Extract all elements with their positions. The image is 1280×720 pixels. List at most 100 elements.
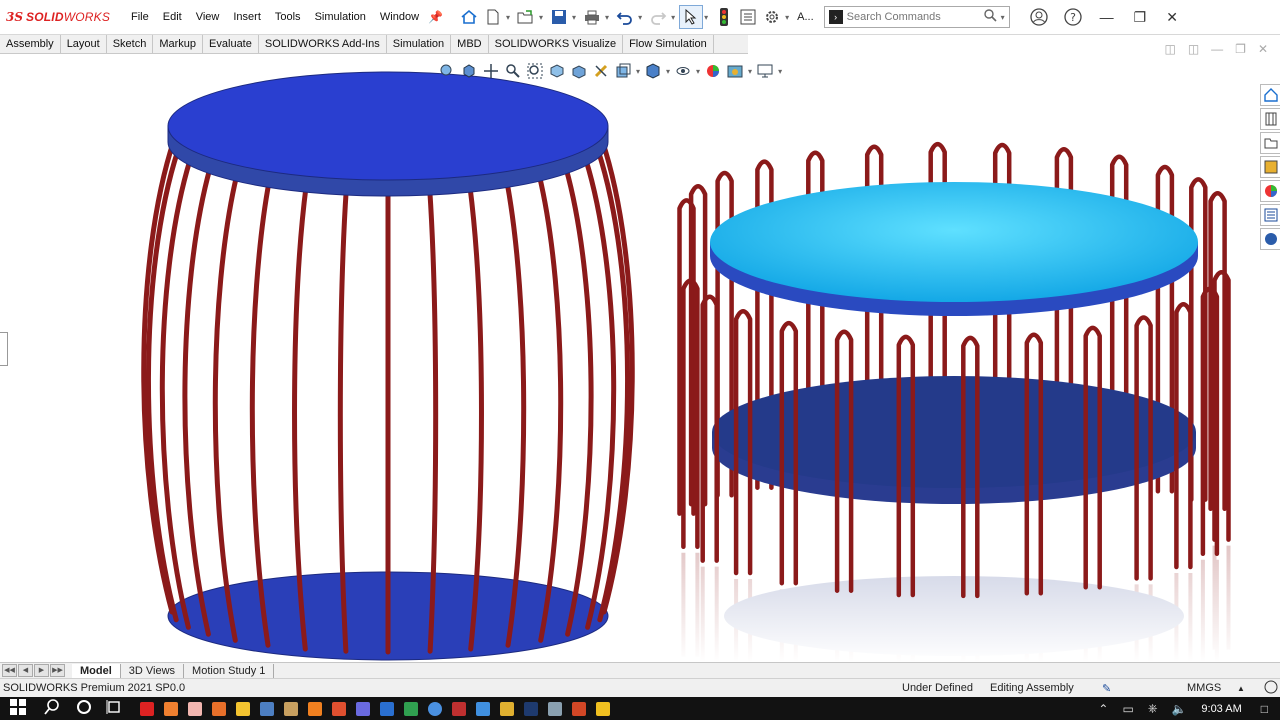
app-icon-14[interactable] (452, 701, 466, 716)
tab-assembly[interactable]: Assembly (0, 35, 61, 53)
solidworks-resources-icon[interactable] (1260, 84, 1280, 106)
view-settings-icon[interactable] (754, 60, 776, 82)
taskbar-clock[interactable]: 9:03 AM (1201, 703, 1241, 715)
home-icon[interactable] (457, 5, 481, 29)
app-icon-20[interactable] (596, 701, 610, 716)
tab-simulation[interactable]: Simulation (387, 35, 452, 53)
edit-appearance-icon[interactable] (702, 60, 724, 82)
file-explorer-icon[interactable] (1260, 132, 1280, 154)
section-view-icon[interactable] (546, 60, 568, 82)
hide-show-items-icon[interactable] (672, 60, 694, 82)
rebuild-traffic-light-icon[interactable] (712, 5, 736, 29)
tab-model[interactable]: Model (72, 663, 121, 678)
pin-icon[interactable]: 📌 (428, 10, 443, 24)
units-chevron-icon[interactable]: ▲ (1237, 684, 1245, 693)
cortana-icon[interactable] (76, 699, 92, 718)
app-icon-7[interactable] (284, 701, 298, 716)
minimize-icon[interactable]: — (1100, 9, 1114, 25)
status-expand-icon[interactable] (1264, 680, 1278, 697)
undo-icon[interactable] (613, 5, 637, 29)
volume-icon[interactable]: 🔈 (1171, 702, 1186, 716)
chevron-down-icon[interactable]: ▾ (696, 67, 700, 76)
chevron-down-icon[interactable]: ▾ (539, 13, 543, 22)
menu-window[interactable]: Window (373, 0, 426, 35)
zoom-area-icon[interactable] (524, 60, 546, 82)
tab-mbd[interactable]: MBD (451, 35, 489, 53)
chrome-icon[interactable] (428, 701, 442, 716)
chevron-down-icon[interactable]: ▾ (1001, 13, 1005, 22)
windows-start-icon[interactable] (10, 699, 26, 718)
app-icon-10[interactable] (356, 701, 370, 716)
app-icon-12[interactable] (404, 701, 418, 716)
app-icon-9[interactable] (332, 701, 346, 716)
chevron-down-icon[interactable]: ▾ (785, 13, 789, 22)
search-scope-label[interactable]: A... (797, 11, 814, 23)
new-document-icon[interactable] (481, 5, 505, 29)
open-icon[interactable] (514, 5, 538, 29)
redo-icon[interactable] (646, 5, 670, 29)
last-tab-icon[interactable]: ▶▶ (50, 664, 65, 677)
tab-solidworks-visualize[interactable]: SOLIDWORKS Visualize (489, 35, 624, 53)
chevron-down-icon[interactable]: ▾ (704, 13, 708, 22)
app-icon-3[interactable] (188, 701, 202, 716)
chevron-down-icon[interactable]: ▾ (748, 67, 752, 76)
app-icon-8[interactable] (308, 701, 322, 716)
chevron-down-icon[interactable]: ▾ (572, 13, 576, 22)
file-properties-icon[interactable] (736, 5, 760, 29)
tab-sketch[interactable]: Sketch (107, 35, 154, 53)
apply-scene-icon[interactable] (724, 60, 746, 82)
close-icon[interactable]: ✕ (1166, 9, 1178, 26)
chevron-down-icon[interactable]: ▾ (778, 67, 782, 76)
app-icon-2[interactable] (164, 701, 178, 716)
tab-3d-views[interactable]: 3D Views (121, 663, 185, 678)
menu-view[interactable]: View (189, 0, 227, 35)
search-icon[interactable] (983, 9, 997, 25)
previous-view-icon[interactable] (480, 60, 502, 82)
display-mode-icon[interactable] (642, 60, 664, 82)
app-icon-16[interactable] (500, 701, 514, 716)
zoom-icon[interactable] (502, 60, 524, 82)
select-cursor-icon[interactable] (679, 5, 704, 29)
options-gear-icon[interactable] (760, 5, 784, 29)
app-icon-15[interactable] (476, 701, 490, 716)
chevron-down-icon[interactable]: ▾ (605, 13, 609, 22)
tile-right-icon[interactable]: ◫ (1188, 42, 1199, 56)
restore-icon[interactable]: ❐ (1134, 9, 1147, 26)
tile-left-icon[interactable]: ◫ (1164, 42, 1175, 56)
right-cage-table-model[interactable] (660, 141, 1258, 662)
left-cage-table-model[interactable] (141, 71, 635, 661)
zoom-to-area-icon[interactable] (458, 60, 480, 82)
vlc-icon[interactable] (212, 701, 226, 716)
save-icon[interactable] (547, 5, 571, 29)
menu-edit[interactable]: Edit (156, 0, 189, 35)
menu-file[interactable]: File (124, 0, 156, 35)
print-icon[interactable] (580, 5, 604, 29)
task-view-icon[interactable] (106, 699, 122, 718)
view-palette-icon[interactable] (1260, 156, 1280, 178)
menu-simulation[interactable]: Simulation (308, 0, 373, 35)
battery-icon[interactable]: ▭ (1122, 702, 1133, 716)
user-account-icon[interactable] (1027, 5, 1051, 29)
app-icon-11[interactable] (380, 701, 394, 716)
tab-solidworks-add-ins[interactable]: SOLIDWORKS Add-Ins (259, 35, 387, 53)
menu-tools[interactable]: Tools (268, 0, 308, 35)
feature-manager-collapse-handle[interactable] (0, 332, 8, 366)
view-orientation-icon[interactable] (612, 60, 634, 82)
tab-evaluate[interactable]: Evaluate (203, 35, 259, 53)
network-icon[interactable]: ⎈ (1148, 701, 1158, 716)
chevron-down-icon[interactable]: ▾ (671, 13, 675, 22)
dynamic-annotation-icon[interactable] (568, 60, 590, 82)
first-tab-icon[interactable]: ◀◀ (2, 664, 17, 677)
help-icon[interactable]: ? (1061, 5, 1085, 29)
solidworks-logo[interactable]: 3S SOLID WORKS (0, 10, 124, 24)
app-icon-18[interactable] (548, 701, 562, 716)
tab-layout[interactable]: Layout (61, 35, 107, 53)
tab-flow-simulation[interactable]: Flow Simulation (623, 35, 714, 53)
status-units[interactable]: MMGS (1187, 682, 1221, 694)
powerpoint-icon[interactable] (572, 701, 586, 716)
chevron-down-icon[interactable]: ▾ (638, 13, 642, 22)
chevron-down-icon[interactable]: ▾ (636, 67, 640, 76)
doc-close-icon[interactable]: ✕ (1258, 42, 1268, 56)
doc-restore-icon[interactable]: ❐ (1235, 42, 1246, 56)
graphics-area[interactable] (0, 56, 1258, 662)
